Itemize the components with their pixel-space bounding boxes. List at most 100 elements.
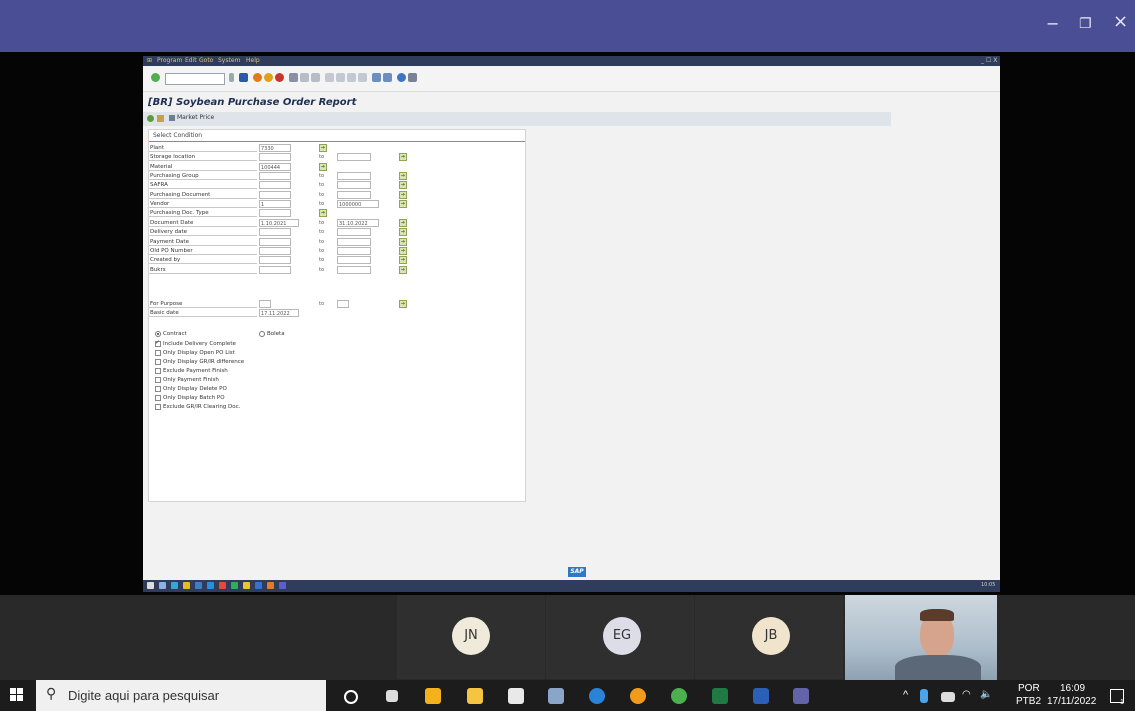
- option-checkbox[interactable]: [155, 359, 161, 365]
- back-icon[interactable]: [253, 73, 262, 82]
- field-from-input[interactable]: [259, 191, 291, 199]
- option-checkbox[interactable]: [155, 339, 161, 347]
- multiple-selection-button[interactable]: ➔: [319, 209, 327, 217]
- task-view-icon[interactable]: [386, 690, 398, 702]
- field-from-input[interactable]: [259, 153, 291, 161]
- multiple-selection-button[interactable]: ➔: [399, 228, 407, 236]
- participant-tile[interactable]: JN: [397, 595, 545, 679]
- field-to-input[interactable]: 1000000: [337, 200, 379, 208]
- field-to-input[interactable]: [337, 172, 371, 180]
- maximize-button[interactable]: ❐: [1079, 14, 1092, 34]
- field-from-input[interactable]: [259, 238, 291, 246]
- find-next-icon[interactable]: [311, 73, 320, 82]
- multiple-selection-button[interactable]: ➔: [319, 163, 327, 171]
- multiple-selection-button[interactable]: ➔: [399, 191, 407, 199]
- taskbar-search-box[interactable]: ⚲ Digite aqui para pesquisar: [36, 680, 326, 711]
- field-to-input[interactable]: [337, 266, 371, 274]
- multiple-selection-button[interactable]: ➔: [399, 219, 407, 227]
- field-from-input[interactable]: 1.10.2021: [259, 219, 299, 227]
- option-checkbox[interactable]: [155, 386, 161, 392]
- previous-page-icon[interactable]: [336, 73, 345, 82]
- option-checkbox[interactable]: [155, 368, 161, 374]
- field-to-input[interactable]: [337, 181, 371, 189]
- firefox-icon[interactable]: [630, 688, 646, 704]
- multiple-selection-button[interactable]: ➔: [399, 300, 407, 308]
- start-icon[interactable]: [10, 688, 24, 702]
- battery-icon[interactable]: [941, 692, 955, 702]
- multiple-selection-button[interactable]: ➔: [319, 144, 327, 152]
- find-icon[interactable]: [300, 73, 309, 82]
- edge-icon[interactable]: [589, 688, 605, 704]
- save-icon[interactable]: [239, 73, 248, 82]
- field-to-input[interactable]: 31.10.2022: [337, 219, 379, 227]
- wifi-icon[interactable]: ◠: [962, 689, 971, 701]
- field-to-input[interactable]: [337, 191, 371, 199]
- field-from-input[interactable]: 100444: [259, 163, 291, 171]
- self-video-tile[interactable]: [845, 595, 997, 680]
- menu-system[interactable]: System: [218, 56, 240, 66]
- field-from-input[interactable]: 7330: [259, 144, 291, 152]
- participant-tile[interactable]: JB: [695, 595, 843, 679]
- field-from-input[interactable]: [259, 266, 291, 274]
- cancel-icon[interactable]: [275, 73, 284, 82]
- option-checkbox[interactable]: [155, 404, 161, 410]
- volume-icon[interactable]: 🔈: [980, 689, 992, 701]
- last-page-icon[interactable]: [358, 73, 367, 82]
- exit-icon[interactable]: [264, 73, 273, 82]
- boleta-radio[interactable]: [259, 331, 265, 337]
- multiple-selection-button[interactable]: ➔: [399, 181, 407, 189]
- first-page-icon[interactable]: [325, 73, 334, 82]
- sap-window-controls[interactable]: _ ☐ X: [981, 56, 997, 66]
- participant-tile[interactable]: EG: [546, 595, 694, 679]
- basic-date-input[interactable]: 17.11.2022: [259, 309, 299, 317]
- language-indicator[interactable]: POR: [1018, 683, 1040, 695]
- layout-icon[interactable]: [408, 73, 417, 82]
- menu-edit[interactable]: Edit: [185, 56, 197, 66]
- excel-icon[interactable]: [712, 688, 728, 704]
- multiple-selection-button[interactable]: ➔: [399, 172, 407, 180]
- enter-icon[interactable]: [151, 73, 160, 82]
- new-session-icon[interactable]: [372, 73, 381, 82]
- snip-icon[interactable]: [548, 688, 564, 704]
- chrome-icon[interactable]: [671, 688, 687, 704]
- clock-time[interactable]: 16:09: [1060, 683, 1085, 695]
- cortana-icon[interactable]: [344, 690, 358, 704]
- multiple-selection-button[interactable]: ➔: [399, 238, 407, 246]
- usb-icon[interactable]: [920, 689, 928, 703]
- market-price-button[interactable]: Market Price: [177, 114, 214, 121]
- minimize-button[interactable]: −: [1046, 14, 1059, 34]
- shortcut-icon[interactable]: [383, 73, 392, 82]
- for-purpose-to-input[interactable]: [337, 300, 349, 308]
- multiple-selection-button[interactable]: ➔: [399, 153, 407, 161]
- chevron-icon[interactable]: [229, 73, 234, 82]
- close-button[interactable]: ×: [1113, 12, 1128, 32]
- field-from-input[interactable]: [259, 228, 291, 236]
- teams-icon[interactable]: [793, 688, 809, 704]
- field-to-input[interactable]: [337, 228, 371, 236]
- option-checkbox[interactable]: [155, 377, 161, 383]
- store-icon[interactable]: [425, 688, 441, 704]
- multiple-selection-button[interactable]: ➔: [399, 200, 407, 208]
- variant-icon[interactable]: [157, 115, 164, 122]
- mail-icon[interactable]: [508, 688, 524, 704]
- for-purpose-from-input[interactable]: [259, 300, 271, 308]
- multiple-selection-button[interactable]: ➔: [399, 266, 407, 274]
- menu-help[interactable]: Help: [246, 56, 260, 66]
- keyboard-layout[interactable]: PTB2: [1016, 696, 1041, 708]
- field-to-input[interactable]: [337, 247, 371, 255]
- field-to-input[interactable]: [337, 256, 371, 264]
- multiple-selection-button[interactable]: ➔: [399, 247, 407, 255]
- field-from-input[interactable]: [259, 247, 291, 255]
- menu-goto[interactable]: Goto: [199, 56, 213, 66]
- multiple-selection-button[interactable]: ➔: [399, 256, 407, 264]
- field-from-input[interactable]: [259, 172, 291, 180]
- clock-date[interactable]: 17/11/2022: [1047, 696, 1096, 708]
- show-hidden-icons-icon[interactable]: ^: [903, 689, 908, 701]
- execute-icon[interactable]: [147, 115, 154, 122]
- contract-radio[interactable]: [155, 331, 161, 337]
- help-icon[interactable]: [397, 73, 406, 82]
- option-checkbox[interactable]: [155, 350, 161, 356]
- word-icon[interactable]: [753, 688, 769, 704]
- field-from-input[interactable]: [259, 209, 291, 217]
- field-to-input[interactable]: [337, 153, 371, 161]
